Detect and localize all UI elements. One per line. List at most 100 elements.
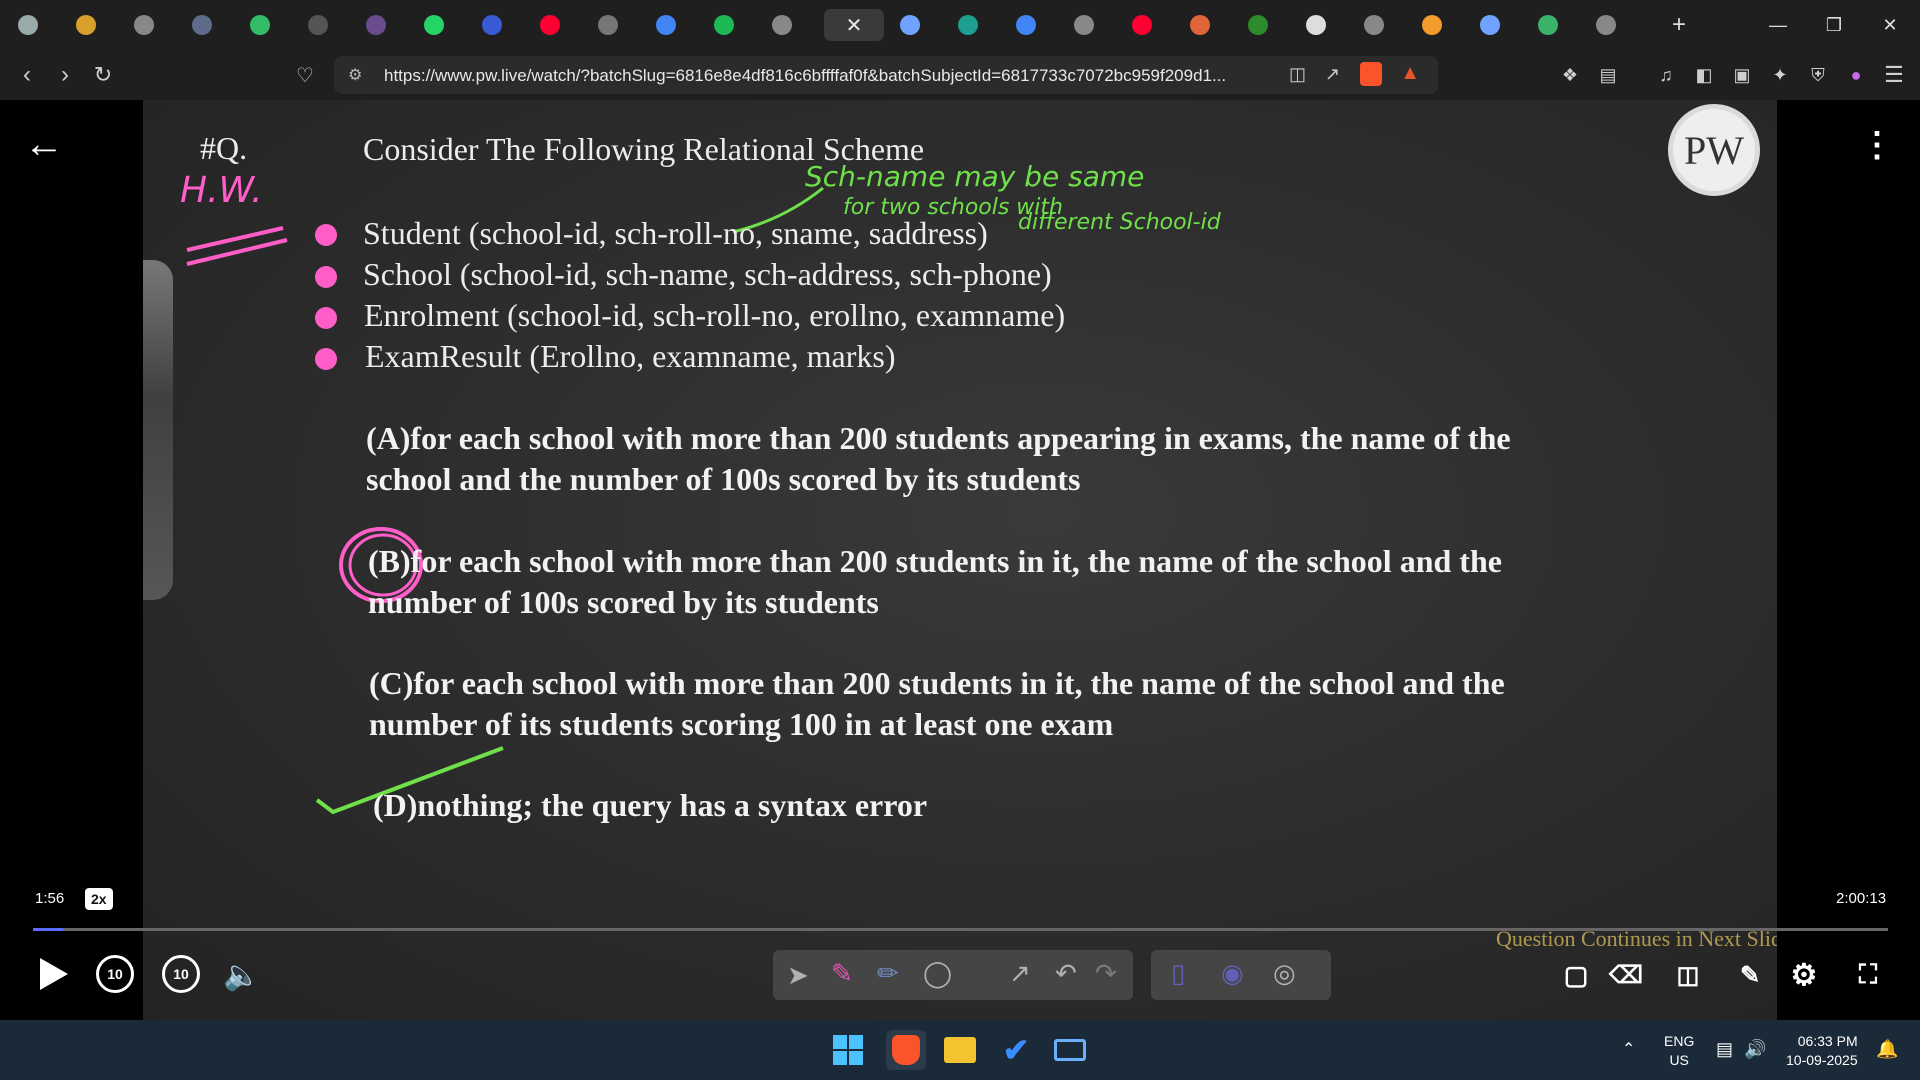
keyboard-app-icon[interactable] <box>1050 1030 1090 1070</box>
share-icon[interactable]: ↗ <box>1325 64 1340 85</box>
tab-site-icon[interactable] <box>1242 9 1274 41</box>
site-settings-icon[interactable]: ⚙ <box>348 65 362 85</box>
tab-gemini-icon[interactable] <box>1474 9 1506 41</box>
tab-site-icon[interactable] <box>952 9 984 41</box>
video-player[interactable]: ← ⋮ PW #Q. H.W. Consider The Following R… <box>0 100 1920 1020</box>
tab-wikipedia-icon[interactable] <box>1300 9 1332 41</box>
leo-ai-icon[interactable]: ✦ <box>1766 61 1794 89</box>
address-bar[interactable]: ⚙ https://www.pw.live/watch/?batchSlug=6… <box>334 56 1438 94</box>
volume-icon[interactable]: 🔈 <box>220 955 264 995</box>
settings-gear-icon[interactable]: ⚙ <box>1784 956 1824 994</box>
tab-site-icon[interactable] <box>1068 9 1100 41</box>
tab-whatsapp-icon[interactable] <box>418 9 450 41</box>
notes-icon[interactable]: ✎ <box>1730 956 1770 994</box>
forward-10-button[interactable]: 10 <box>162 955 200 993</box>
language-indicator[interactable]: ENG US <box>1664 1032 1694 1070</box>
tab-site-icon[interactable] <box>1358 9 1390 41</box>
option-b-line-1: (B)for each school with more than 200 st… <box>368 543 1502 579</box>
tab-unacademy-icon[interactable] <box>592 9 624 41</box>
close-tab-icon[interactable]: ✕ <box>846 13 863 38</box>
clock[interactable]: 06:33 PM 10-09-2025 <box>1786 1032 1858 1070</box>
new-tab-button[interactable]: + <box>1662 9 1696 41</box>
lecture-video-frame[interactable]: PW #Q. H.W. Consider The Following Relat… <box>143 100 1777 1020</box>
network-icon[interactable]: ▤ <box>1716 1040 1733 1059</box>
back-button[interactable]: ‹ <box>12 60 42 90</box>
bookmark-icon[interactable]: ♡ <box>290 60 320 90</box>
tab-active[interactable]: ✕ <box>824 9 884 41</box>
tab-w3schools-icon[interactable] <box>244 9 276 41</box>
language-code: ENG <box>1664 1033 1695 1049</box>
tab-site-icon[interactable] <box>1590 9 1622 41</box>
wikipedia-icon <box>1306 15 1326 35</box>
vpn-icon[interactable]: ⛨ <box>1804 61 1832 89</box>
tab-chatgpt-icon[interactable] <box>12 9 44 41</box>
reader-icon[interactable]: ▤ <box>1594 61 1622 89</box>
tab-google-icon[interactable] <box>1010 9 1042 41</box>
gemini-icon <box>900 15 920 35</box>
tab-site-icon[interactable] <box>1184 9 1216 41</box>
profile-icon[interactable]: ● <box>1842 61 1870 89</box>
play-icon <box>40 958 68 990</box>
todo-icon[interactable]: ✔ <box>996 1030 1036 1070</box>
extensions-icon[interactable]: ❖ <box>1556 61 1584 89</box>
duration: 2:00:13 <box>1836 890 1887 907</box>
back-arrow-icon[interactable]: ← <box>22 122 66 166</box>
tab-google-icon[interactable] <box>650 9 682 41</box>
sidebar-icon[interactable]: ◧ <box>1690 61 1718 89</box>
playback-speed-badge[interactable]: 2x <box>85 888 113 910</box>
more-options-icon[interactable]: ⋮ <box>1860 122 1894 168</box>
progress-fill <box>33 928 63 931</box>
site-icon <box>366 15 386 35</box>
handwritten-note-1: Sch-name may be same <box>805 160 1145 193</box>
tab-gemini-icon[interactable] <box>894 9 926 41</box>
relation-enrolment: Enrolment (school-id, sch-roll-no, eroll… <box>364 297 1066 333</box>
fullscreen-icon[interactable]: ⛶ <box>1848 956 1888 994</box>
progress-bar[interactable] <box>33 928 1888 931</box>
forward-button[interactable]: › <box>50 60 80 90</box>
gemini-icon <box>1480 15 1500 35</box>
speaker-icon[interactable]: 🔊 <box>1744 1040 1766 1059</box>
chat-icon[interactable]: ▢ <box>1556 956 1596 994</box>
menu-icon[interactable]: ☰ <box>1880 61 1908 89</box>
minimize-button[interactable]: — <box>1756 8 1800 42</box>
brave-shields-icon[interactable] <box>1360 62 1382 86</box>
cursor-icon: ➤ <box>787 960 809 990</box>
tab-site-icon[interactable] <box>476 9 508 41</box>
play-button[interactable] <box>34 954 74 994</box>
tab-site-icon[interactable] <box>70 9 102 41</box>
restore-button[interactable]: ❐ <box>1812 8 1856 42</box>
site-icon <box>192 15 212 35</box>
rewind-10-button[interactable]: 10 <box>96 955 134 993</box>
media-icon[interactable]: ♫ <box>1652 61 1680 89</box>
file-explorer-icon[interactable] <box>940 1030 980 1070</box>
tab-openai-icon[interactable] <box>128 9 160 41</box>
wallet-icon[interactable]: ▣ <box>1728 61 1756 89</box>
windows-start-icon[interactable] <box>828 1030 868 1070</box>
close-window-button[interactable]: ✕ <box>1868 8 1912 42</box>
tab-site-icon[interactable] <box>186 9 218 41</box>
tab-site-icon[interactable] <box>1532 9 1564 41</box>
tab-site-icon[interactable] <box>302 9 334 41</box>
reload-icon[interactable]: ↻ <box>88 60 118 90</box>
tab-site-icon[interactable] <box>360 9 392 41</box>
brave-browser-icon[interactable] <box>886 1030 926 1070</box>
translate-icon[interactable]: ⌫ <box>1606 956 1646 994</box>
w3schools-icon <box>250 15 270 35</box>
tab-youtube-icon[interactable] <box>534 9 566 41</box>
site-icon <box>958 15 978 35</box>
presenter-silhouette <box>143 260 173 600</box>
tray-overflow-icon[interactable]: ⌃ <box>1622 1040 1635 1059</box>
cast-icon[interactable]: ◫ <box>1289 64 1306 85</box>
whatsapp-icon <box>424 15 444 35</box>
site-icon <box>308 15 328 35</box>
notification-bell-icon[interactable]: 🔔 <box>1876 1040 1898 1059</box>
picture-in-picture-icon[interactable]: ◫ <box>1668 956 1708 994</box>
tab-spotify-icon[interactable] <box>708 9 740 41</box>
youtube-icon <box>540 15 560 35</box>
brave-rewards-icon[interactable]: ▲ <box>1400 62 1420 85</box>
homework-underline <box>186 226 288 266</box>
tab-site-icon[interactable] <box>766 9 798 41</box>
tab-youtube-icon[interactable] <box>1126 9 1158 41</box>
tab-site-icon[interactable] <box>1416 9 1448 41</box>
option-a-line-1: (A)for each school with more than 200 st… <box>366 420 1511 456</box>
